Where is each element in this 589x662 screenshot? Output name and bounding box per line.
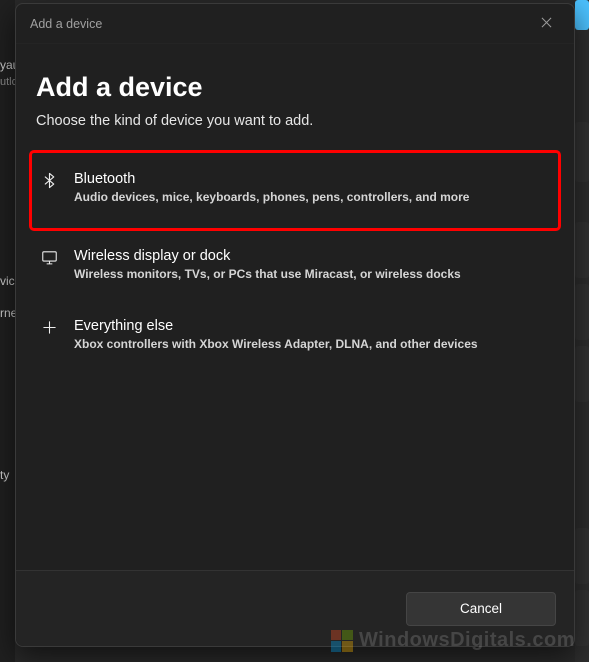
- add-device-dialog: Add a device Add a device Choose the kin…: [15, 3, 575, 647]
- cancel-button-label: Cancel: [460, 601, 502, 616]
- option-everything-else[interactable]: Everything else Xbox controllers with Xb…: [36, 300, 554, 371]
- dialog-titlebar-label: Add a device: [30, 17, 102, 31]
- option-text: Bluetooth Audio devices, mice, keyboards…: [74, 171, 544, 206]
- option-desc: Wireless monitors, TVs, or PCs that use …: [74, 267, 544, 283]
- dialog-heading: Add a device: [36, 72, 554, 103]
- option-desc: Xbox controllers with Xbox Wireless Adap…: [74, 337, 544, 353]
- option-bluetooth[interactable]: Bluetooth Audio devices, mice, keyboards…: [30, 151, 560, 230]
- option-desc: Audio devices, mice, keyboards, phones, …: [74, 190, 544, 206]
- dialog-subheading: Choose the kind of device you want to ad…: [36, 113, 554, 129]
- option-text: Wireless display or dock Wireless monito…: [74, 248, 544, 283]
- background-settings-right: [575, 0, 589, 662]
- background-settings-left: yau utlo vice rne ty: [0, 0, 15, 662]
- plus-icon: [38, 319, 60, 336]
- bluetooth-icon: [38, 172, 60, 189]
- dialog-titlebar: Add a device: [16, 4, 574, 44]
- option-title: Wireless display or dock: [74, 248, 544, 264]
- close-button[interactable]: [532, 10, 560, 38]
- option-title: Everything else: [74, 318, 544, 334]
- cancel-button[interactable]: Cancel: [406, 592, 556, 626]
- option-text: Everything else Xbox controllers with Xb…: [74, 318, 544, 353]
- display-icon: [38, 249, 60, 266]
- option-wireless-display[interactable]: Wireless display or dock Wireless monito…: [36, 230, 554, 301]
- dialog-footer: Cancel: [16, 570, 574, 646]
- close-icon: [541, 17, 552, 31]
- dialog-content: Add a device Choose the kind of device y…: [16, 44, 574, 570]
- option-title: Bluetooth: [74, 171, 544, 187]
